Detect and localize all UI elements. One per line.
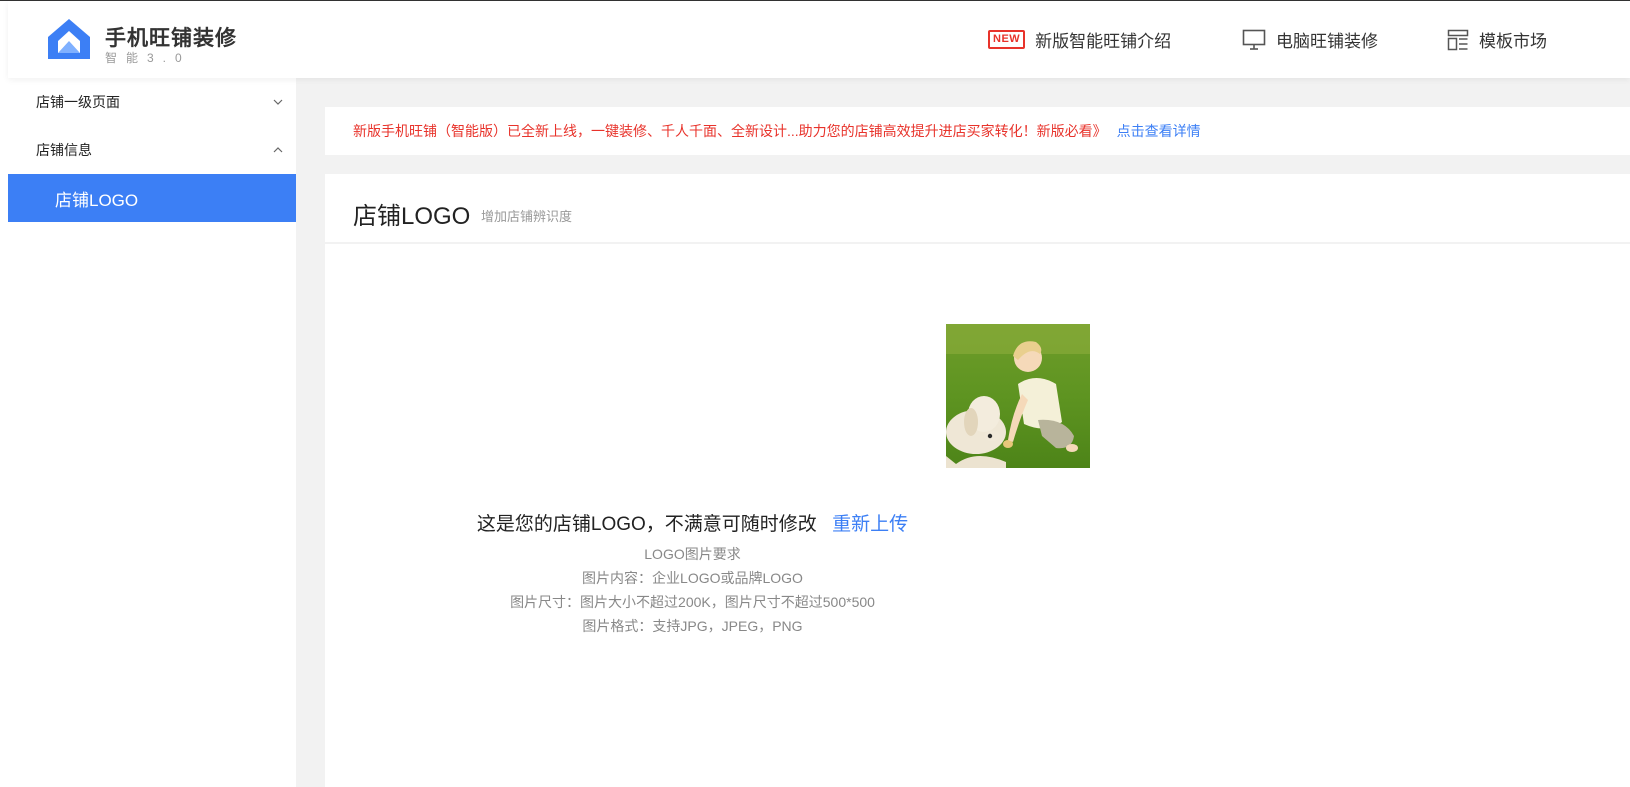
- reupload-button[interactable]: 重新上传: [832, 514, 908, 535]
- panel-header: 店铺LOGO 增加店铺辨识度: [325, 174, 1630, 244]
- nav-new-intro[interactable]: NEW 新版智能旺铺介绍: [988, 27, 1171, 52]
- shop-logo-icon[interactable]: [46, 17, 92, 61]
- nav-label: 模板市场: [1479, 32, 1547, 51]
- panel-title: 店铺LOGO: [353, 203, 471, 230]
- brand-subtitle: 智能3.0: [105, 51, 191, 65]
- sidebar: 店铺一级页面 店铺信息 店铺LOGO: [8, 78, 296, 787]
- notice-text: 新版手机旺铺（智能版）已全新上线，一键装修、千人千面、全新设计...助力您的店铺…: [353, 123, 1107, 139]
- chevron-up-icon: [273, 147, 283, 153]
- chevron-down-icon: [273, 99, 283, 105]
- logo-panel: 店铺LOGO 增加店铺辨识度 这是您的店铺LOGO，不满意可随时修改 重新上传 …: [325, 174, 1630, 787]
- nav-template-market[interactable]: 模板市场: [1447, 27, 1547, 52]
- logo-caption: 这是您的店铺LOGO，不满意可随时修改: [476, 514, 817, 535]
- panel-subtitle: 增加店铺辨识度: [481, 209, 573, 224]
- sidebar-group-shop-info[interactable]: 店铺信息: [8, 126, 296, 174]
- brand-title: 手机旺铺装修: [105, 27, 237, 50]
- new-badge: NEW: [988, 30, 1026, 49]
- nav-label: 电脑旺铺装修: [1276, 32, 1378, 51]
- monitor-icon: [1242, 29, 1266, 50]
- notice-bar: 新版手机旺铺（智能版）已全新上线，一键装修、千人千面、全新设计...助力您的店铺…: [325, 107, 1630, 155]
- sidebar-group-label: 店铺信息: [36, 142, 92, 158]
- sidebar-group-label: 店铺一级页面: [36, 94, 120, 110]
- template-icon: [1447, 29, 1469, 50]
- top-header: 手机旺铺装修 智能3.0 NEW 新版智能旺铺介绍 电脑旺铺装修 模板市场: [8, 1, 1630, 78]
- nav-label: 新版智能旺铺介绍: [1035, 32, 1172, 51]
- sidebar-group-level1-pages[interactable]: 店铺一级页面: [8, 78, 296, 126]
- nav-pc-decoration[interactable]: 电脑旺铺装修: [1242, 27, 1378, 52]
- notice-details-link[interactable]: 点击查看详情: [1117, 121, 1201, 141]
- shop-logo-image: [946, 324, 1090, 468]
- sidebar-item-shop-logo[interactable]: 店铺LOGO: [8, 174, 296, 222]
